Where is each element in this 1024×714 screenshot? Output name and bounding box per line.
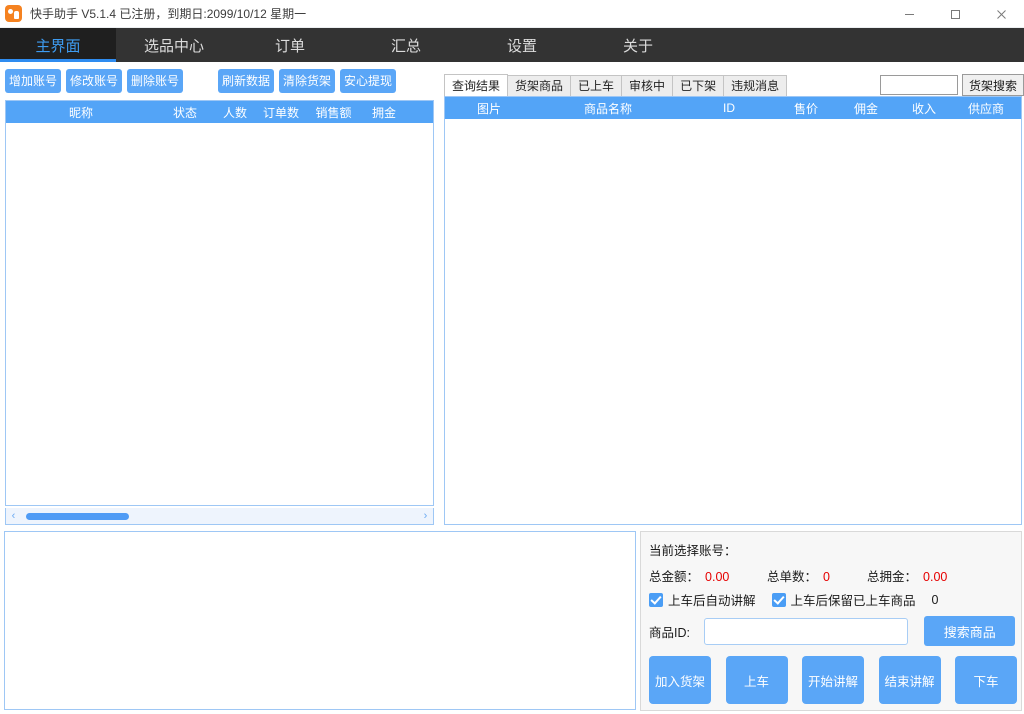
stats-row: 总金额： 0.00 总单数： 0 总拥金： 0.00 (649, 566, 1015, 585)
product-id-row: 商品ID: 搜索商品 (649, 616, 1015, 646)
total-orders-label: 总单数： (767, 570, 818, 584)
nav-tab-about[interactable]: 关于 (580, 28, 696, 62)
tab-query-results[interactable]: 查询结果 (444, 74, 509, 96)
nav-tab-orders[interactable]: 订单 (232, 28, 348, 62)
accounts-table: 昵称 状态 人数 订单数 销售额 拥金 (5, 100, 434, 506)
products-table-body[interactable] (445, 119, 1021, 524)
window-controls (886, 0, 1024, 28)
column-commission: 拥金 (371, 105, 396, 120)
action-buttons-row: 加入货架 上车 开始讲解 结束讲解 下车 (649, 656, 1017, 704)
scrollbar-thumb[interactable] (26, 512, 129, 520)
application-window: 快手助手 V5.1.4 已注册，到期日:2099/10/12 星期一 主界面 选… (0, 0, 1024, 714)
shelf-search-group: 货架搜索 (879, 74, 1024, 96)
total-orders-stat: 总单数： 0 (767, 566, 867, 585)
nav-tab-label: 主界面 (35, 37, 81, 55)
products-table-header: 图片 商品名称 ID 售价 佣金 收入 供应商 (445, 97, 1021, 119)
column-nickname: 昵称 (68, 105, 93, 120)
total-commission-value: 0.00 (923, 570, 948, 584)
nav-tab-label: 订单 (274, 37, 305, 55)
scroll-left-icon[interactable]: ‹ (6, 509, 21, 524)
checkbox-checked-icon[interactable] (771, 592, 786, 607)
maximize-icon[interactable] (932, 0, 978, 28)
app-logo-icon (5, 5, 22, 22)
tab-violation-messages[interactable]: 违规消息 (723, 75, 788, 96)
products-tabstrip: 查询结果 货架商品 已上车 审核中 已下架 违规消息 货架搜索 (444, 74, 1024, 96)
column-viewers: 人数 (222, 105, 247, 120)
accounts-table-body[interactable] (6, 123, 433, 505)
tab-delisted[interactable]: 已下架 (672, 75, 725, 96)
column-sales-amount: 销售额 (315, 105, 352, 120)
auto-explain-label: 上车后自动讲解 (668, 594, 756, 608)
nav-tab-selection-center[interactable]: 选品中心 (116, 28, 232, 62)
scroll-right-icon[interactable]: › (418, 509, 433, 524)
product-id-input[interactable] (703, 617, 909, 645)
account-toolbar: 增加账号 修改账号 删除账号 刷新数据 清除货架 安心提现 (0, 64, 436, 98)
shelf-search-input[interactable] (879, 75, 958, 95)
search-product-button[interactable]: 搜索商品 (924, 616, 1015, 646)
minimize-icon[interactable] (886, 0, 932, 28)
main-navigation: 主界面 选品中心 订单 汇总 设置 关于 (0, 28, 1024, 62)
nav-tab-main[interactable]: 主界面 (0, 28, 116, 62)
nav-tab-label: 汇总 (390, 37, 421, 55)
clear-shelf-button[interactable]: 清除货架 (279, 69, 335, 93)
column-order-count: 订单数 (262, 105, 299, 120)
safe-withdraw-button[interactable]: 安心提现 (340, 69, 396, 93)
live-control-panel: 当前选择账号： 总金额： 0.00 总单数： 0 总拥金： 0.00 上车后自动讲解 … (640, 531, 1022, 711)
accounts-table-header: 昵称 状态 人数 订单数 销售额 拥金 (6, 101, 433, 123)
kept-count-value: 0 (931, 592, 939, 607)
add-account-button[interactable]: 增加账号 (5, 69, 61, 93)
column-commission-rate: 佣金 (853, 101, 878, 116)
edit-account-button[interactable]: 修改账号 (66, 69, 122, 93)
column-price: 售价 (793, 101, 818, 116)
keep-onboarded-label: 上车后保留已上车商品 (790, 594, 916, 608)
total-orders-value: 0 (823, 570, 830, 584)
scrollbar-track[interactable] (21, 509, 418, 524)
total-amount-value: 0.00 (705, 570, 730, 584)
total-commission-stat: 总拥金： 0.00 (867, 566, 947, 585)
refresh-data-button[interactable]: 刷新数据 (218, 69, 274, 93)
nav-tab-label: 设置 (506, 37, 537, 55)
column-image: 图片 (476, 101, 501, 116)
log-output-panel[interactable] (4, 531, 636, 710)
close-icon[interactable] (978, 0, 1024, 28)
nav-tab-summary[interactable]: 汇总 (348, 28, 464, 62)
stop-explain-button[interactable]: 结束讲解 (878, 656, 941, 704)
total-commission-label: 总拥金： (867, 570, 918, 584)
total-amount-label: 总金额： (649, 570, 700, 584)
total-amount-stat: 总金额： 0.00 (649, 566, 767, 585)
nav-tab-label: 选品中心 (143, 37, 204, 55)
keep-onboarded-checkbox[interactable]: 上车后保留已上车商品 (771, 590, 916, 609)
shelf-search-button[interactable]: 货架搜索 (961, 74, 1024, 96)
column-id: ID (723, 101, 735, 115)
column-income: 收入 (911, 101, 936, 116)
tab-shelf-products[interactable]: 货架商品 (507, 75, 572, 96)
title-bar: 快手助手 V5.1.4 已注册，到期日:2099/10/12 星期一 (0, 0, 1024, 28)
nav-tab-settings[interactable]: 设置 (464, 28, 580, 62)
products-table: 图片 商品名称 ID 售价 佣金 收入 供应商 (444, 96, 1022, 525)
column-product-name: 商品名称 (583, 101, 632, 116)
window-title: 快手助手 V5.1.4 已注册，到期日:2099/10/12 星期一 (30, 7, 307, 21)
checkbox-checked-icon[interactable] (649, 592, 663, 607)
auto-explain-checkbox[interactable]: 上车后自动讲解 (649, 590, 756, 609)
delete-account-button[interactable]: 删除账号 (127, 69, 183, 93)
current-account-label: 当前选择账号： (649, 544, 737, 558)
unboard-button[interactable]: 下车 (955, 656, 1017, 704)
column-supplier: 供应商 (967, 101, 1004, 116)
options-row: 上车后自动讲解 上车后保留已上车商品 0 (649, 590, 938, 609)
start-explain-button[interactable]: 开始讲解 (802, 656, 864, 704)
tab-onboarded[interactable]: 已上车 (570, 75, 623, 96)
tab-under-review[interactable]: 审核中 (621, 75, 674, 96)
accounts-table-hscrollbar[interactable]: ‹ › (5, 508, 434, 525)
product-id-label: 商品ID: (649, 625, 690, 640)
board-button[interactable]: 上车 (725, 656, 788, 704)
add-to-shelf-button[interactable]: 加入货架 (649, 656, 711, 704)
nav-tab-label: 关于 (622, 37, 653, 55)
column-status: 状态 (172, 105, 197, 120)
